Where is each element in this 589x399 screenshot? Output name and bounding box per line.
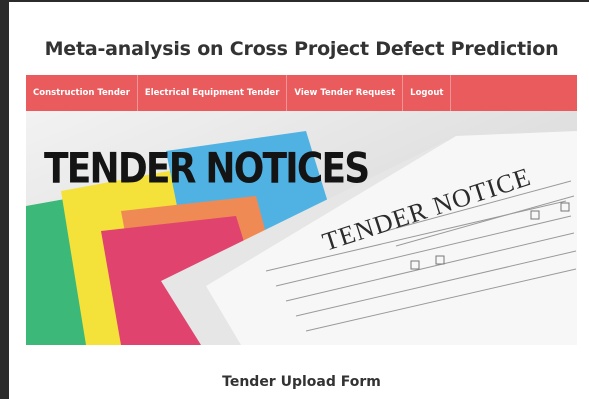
window-left-border [0, 0, 9, 399]
window-top-border [0, 0, 589, 2]
nav-electrical-equipment-tender[interactable]: Electrical Equipment Tender [138, 75, 288, 111]
nav-construction-tender[interactable]: Construction Tender [26, 75, 138, 111]
page-title: Meta-analysis on Cross Project Defect Pr… [44, 38, 559, 60]
nav-logout[interactable]: Logout [403, 75, 452, 111]
form-title: Tender Upload Form [222, 374, 381, 390]
tender-notices-banner: TENDER NOTICE TENDER NOTICES [26, 111, 577, 345]
main-nav: Construction Tender Electrical Equipment… [26, 75, 577, 111]
banner-heading: TENDER NOTICES [44, 145, 368, 193]
nav-view-tender-request[interactable]: View Tender Request [287, 75, 404, 111]
banner-illustration: TENDER NOTICE TENDER NOTICES [26, 111, 577, 345]
